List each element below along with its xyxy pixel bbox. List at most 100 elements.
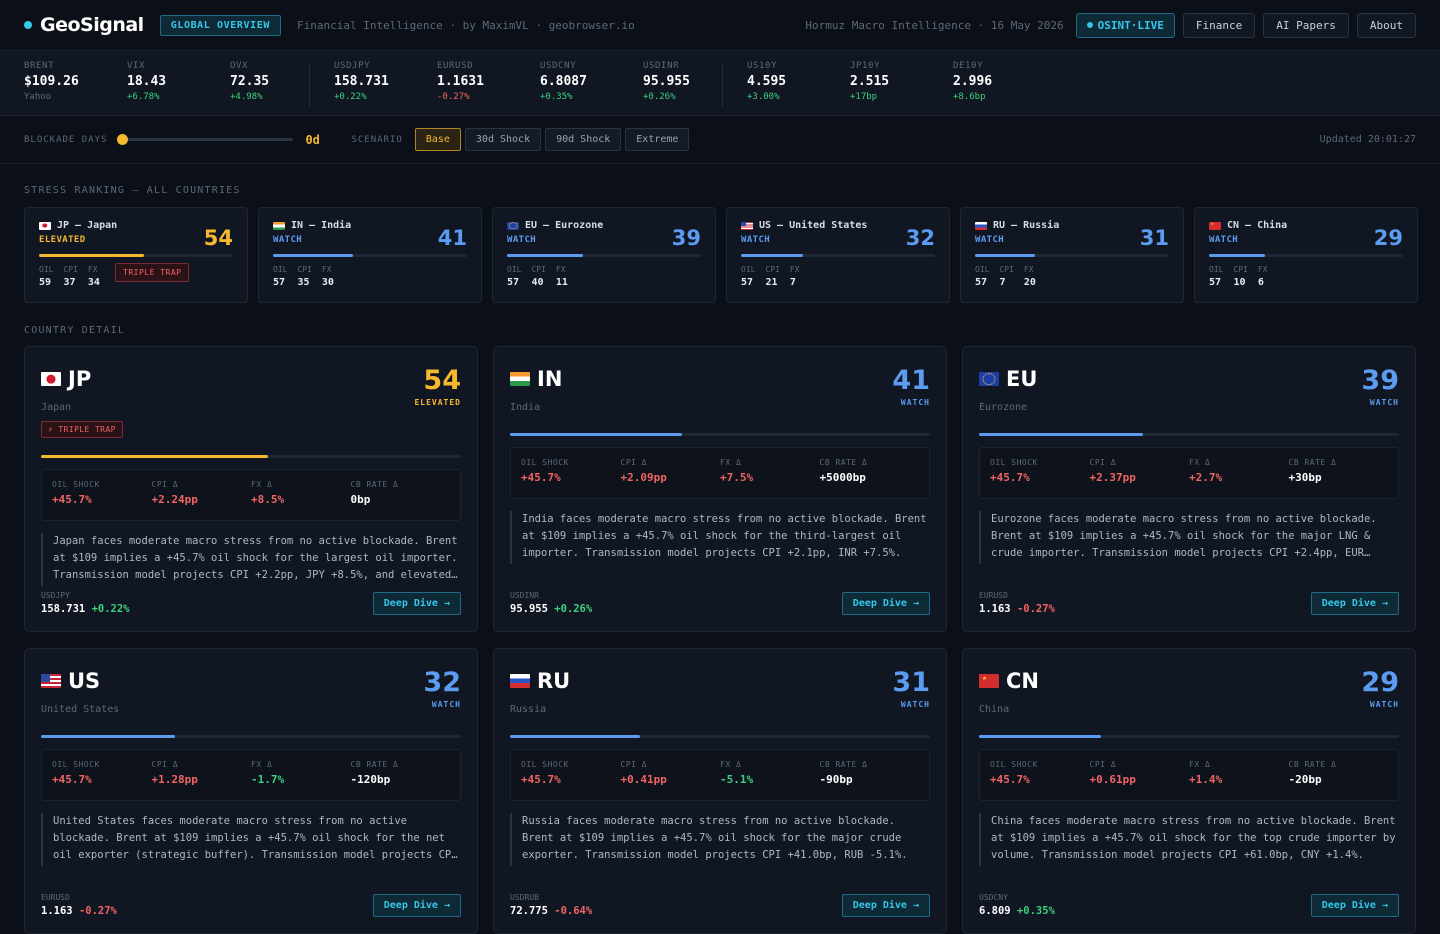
metric-label: CPI — [63, 265, 78, 274]
metric-label: FX Δ — [1189, 760, 1211, 769]
fx-change: +0.26% — [554, 603, 593, 615]
ticker-item-eurusd[interactable]: EURUSD 1.1631 -0.27% — [413, 61, 516, 102]
stress-score-value: 41 — [892, 365, 930, 396]
metric-oil: OIL SHOCK +45.7% — [521, 760, 621, 790]
scenario-button-base[interactable]: Base — [414, 128, 461, 151]
metric-value: +45.7% — [990, 773, 1030, 786]
logo[interactable]: GeoSignal — [24, 14, 144, 36]
stress-bar-fill — [510, 433, 683, 436]
metric-fx: FX Δ -1.7% — [251, 760, 351, 790]
metric-label: FX — [87, 265, 98, 274]
metric-cpi: CPI 10 — [1233, 265, 1247, 288]
metric-value: +45.7% — [521, 471, 561, 484]
ticker-label: VIX — [127, 61, 146, 71]
metric-label: FX — [1257, 265, 1268, 274]
tagline: Financial Intelligence · by MaximVL · ge… — [297, 18, 635, 32]
metric-label: CPI Δ — [151, 480, 179, 489]
ticker-item-de10y[interactable]: DE10Y 2.996 +8.6bp — [929, 61, 1032, 102]
deep-dive-button[interactable]: Deep Dive → — [372, 592, 461, 615]
metric-value: 20 — [1023, 277, 1036, 288]
metric-value: 57 — [273, 277, 286, 288]
ranking-card-cn[interactable]: CN — China WATCH 29 OIL 57 CPI 10 FX 6 — [1194, 207, 1418, 303]
deep-dive-button[interactable]: Deep Dive → — [841, 592, 930, 615]
scenario-button-30d-shock[interactable]: 30d Shock — [464, 128, 542, 151]
deep-dive-button[interactable]: Deep Dive → — [372, 894, 461, 917]
ranking-card-us[interactable]: US — United States WATCH 32 OIL 57 CPI 21 FX 7 — [726, 207, 950, 303]
osint-live-button[interactable]: OSINT·LIVE — [1075, 12, 1175, 38]
metric-label: CPI — [999, 265, 1014, 274]
card-footer: USDCNY 6.809 +0.35% Deep Dive → — [979, 893, 1399, 917]
metric-value: 21 — [765, 277, 778, 288]
country-code-text: US — [68, 669, 101, 693]
fx-rate: 158.731 — [41, 603, 92, 615]
stress-score-value: 39 — [1361, 365, 1399, 396]
country-code-text: RU — [537, 669, 571, 693]
ticker-item-brent[interactable]: BRENT $109.26 Yahoo — [0, 61, 103, 102]
ticker-item-usdinr[interactable]: USDINR 95.955 +0.26% — [619, 61, 722, 102]
ranking-card-jp[interactable]: JP — Japan ELEVATED 54 OIL 59 CPI 37 FX 34 TRIPLE… — [24, 207, 248, 303]
ranking-card-ru[interactable]: RU — Russia WATCH 31 OIL 57 CPI 7 FX 20 — [960, 207, 1184, 303]
metric-cpi: CPI 35 — [297, 265, 311, 288]
nav-about-button[interactable]: About — [1356, 12, 1416, 38]
metric-label: CPI — [765, 265, 780, 274]
country-code: EU — [979, 367, 1399, 391]
stress-bar — [979, 735, 1399, 738]
fx-pair-value: 6.809 +0.35% — [979, 905, 1055, 917]
metric-value: -20bp — [1288, 773, 1322, 786]
ticker-item-us10y[interactable]: US10Y 4.595 +3.00% — [723, 61, 826, 102]
ticker-value: 2.515 — [850, 74, 890, 89]
country-code: US — [41, 669, 461, 693]
deep-dive-button[interactable]: Deep Dive → — [841, 894, 930, 917]
header-context-text: Hormuz Macro Intelligence · 16 May 2026 — [805, 18, 1064, 32]
metric-label: CPI — [297, 265, 312, 274]
ranking-card-title: CN — China — [1227, 220, 1288, 231]
metric-label: OIL SHOCK — [521, 458, 569, 467]
metric-value: 34 — [87, 277, 100, 288]
metric-oil: OIL SHOCK +45.7% — [990, 458, 1090, 488]
blockade-days-slider[interactable] — [117, 134, 294, 145]
metric-value: -120bp — [350, 773, 391, 786]
slider-knob[interactable] — [117, 134, 129, 145]
fx-pair-label: EURUSD — [41, 893, 70, 902]
status-badge: WATCH — [1369, 700, 1399, 709]
metric-label: FX — [555, 265, 566, 274]
ticker-change: -0.27% — [437, 92, 470, 102]
scenario-button-90d-shock[interactable]: 90d Shock — [545, 128, 622, 151]
country-description: India faces moderate macro stress from n… — [510, 511, 930, 564]
ticker-item-jp10y[interactable]: JP10Y 2.515 +17bp — [826, 61, 929, 102]
ranking-card-eu[interactable]: EU — Eurozone WATCH 39 OIL 57 CPI 40 FX 11 — [492, 207, 716, 303]
ranking-card-in[interactable]: IN — India WATCH 41 OIL 57 CPI 35 FX 30 — [258, 207, 482, 303]
stress-bar — [979, 433, 1399, 436]
cn-flag-icon — [1209, 221, 1221, 230]
fx-quote: USDJPY 158.731 +0.22% — [41, 591, 130, 615]
metric-fx: FX 7 — [790, 265, 800, 288]
country-name: United States — [41, 704, 120, 715]
metric-value: 35 — [297, 277, 310, 288]
metric-value: +0.61pp — [1089, 773, 1136, 786]
stress-score-value: 31 — [892, 667, 930, 698]
deep-dive-button[interactable]: Deep Dive → — [1310, 592, 1399, 615]
ticker-label: US10Y — [747, 61, 778, 71]
country-name: Russia — [510, 704, 547, 715]
triple-trap-badge: ⚡ TRIPLE TRAP — [41, 421, 123, 438]
ticker-item-ovx[interactable]: OVX 72.35 +4.98% — [206, 61, 309, 102]
metric-label: OIL SHOCK — [990, 458, 1038, 467]
deep-dive-button[interactable]: Deep Dive → — [1310, 894, 1399, 917]
nav-finance-button[interactable]: Finance — [1182, 12, 1256, 38]
metric-label: CPI — [1233, 265, 1248, 274]
ticker-item-usdjpy[interactable]: USDJPY 158.731 +0.22% — [310, 61, 413, 102]
fx-quote: USDINR 95.955 +0.26% — [510, 591, 592, 615]
metric-fx: FX Δ +8.5% — [251, 480, 351, 510]
metric-label: CB RATE Δ — [1288, 458, 1337, 467]
country-description: Russia faces moderate macro stress from … — [510, 813, 930, 866]
ticker-item-vix[interactable]: VIX 18.43 +6.78% — [103, 61, 206, 102]
us-flag-icon — [41, 674, 61, 688]
global-overview-button[interactable]: GLOBAL OVERVIEW — [159, 14, 282, 36]
metric-value: -90bp — [819, 773, 853, 786]
metrics-row: OIL 59 CPI 37 FX 34 — [39, 265, 100, 288]
scenario-button-extreme[interactable]: Extreme — [625, 128, 690, 151]
stress-bar-fill — [273, 254, 353, 257]
nav-ai-papers-button[interactable]: AI Papers — [1263, 12, 1349, 38]
logo-dot-icon — [24, 21, 32, 29]
ticker-item-usdcny[interactable]: USDCNY 6.8087 +0.35% — [516, 61, 619, 102]
